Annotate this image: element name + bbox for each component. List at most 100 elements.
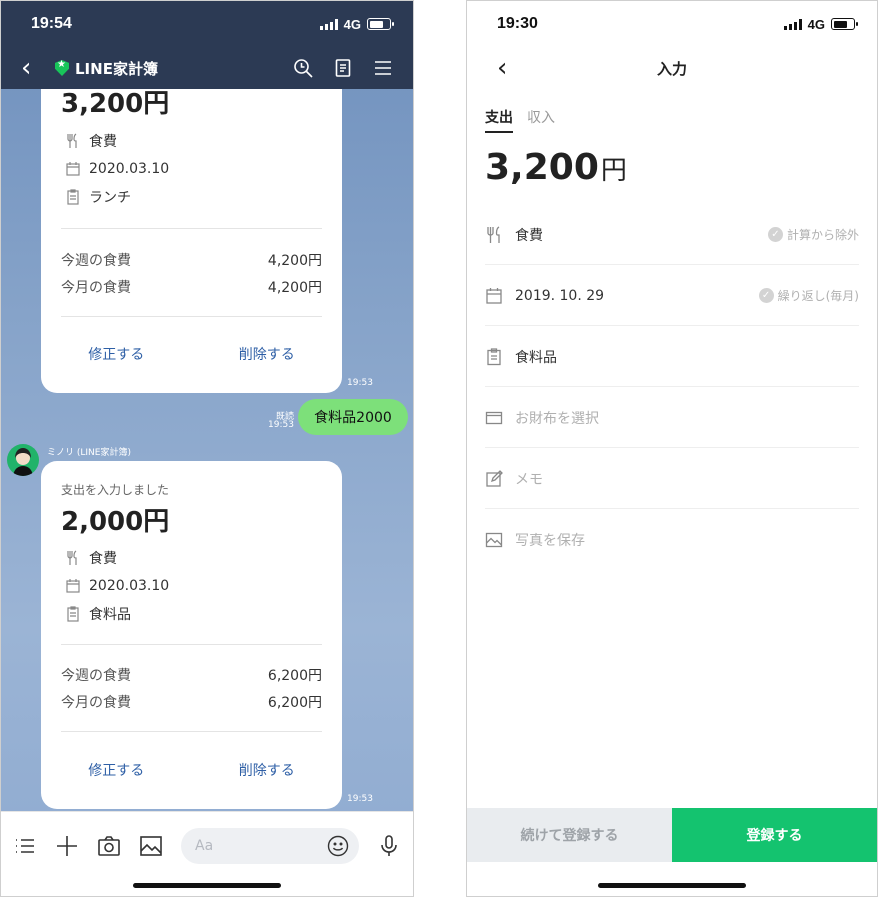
amount-field[interactable]: 3,200 円 (485, 147, 627, 188)
calendar-icon (66, 579, 80, 593)
continue-register-button[interactable]: 続けて登録する (467, 808, 672, 862)
card-category: 食費 (65, 548, 117, 568)
divider (61, 316, 322, 317)
network-label: 4G (343, 16, 361, 32)
official-shield-icon (55, 60, 69, 76)
wallet-row[interactable]: お財布を選択 (485, 388, 859, 448)
chat-title-label: LINE家計簿 (75, 59, 158, 78)
delete-button[interactable]: 削除する (239, 760, 295, 780)
exclude-toggle[interactable]: ✓ 計算から除外 (767, 226, 859, 243)
signal-icon (783, 18, 802, 30)
register-button[interactable]: 登録する (672, 808, 877, 862)
exclude-label: 計算から除外 (786, 228, 859, 242)
memo-icon (487, 347, 501, 365)
photo-icon (485, 532, 503, 548)
camera-icon[interactable] (97, 834, 121, 858)
image-icon[interactable] (139, 834, 163, 858)
menu-icon[interactable] (373, 58, 393, 78)
amount-unit: 円 (600, 156, 627, 186)
chat-header: 19:54 4G ‹ LINE家計簿 (1, 1, 413, 89)
divider (61, 644, 322, 645)
sender-name: ミノリ (LINE家計簿) (47, 448, 131, 458)
memo-value: 食料品 (515, 349, 557, 366)
wallet-icon (485, 411, 503, 424)
message-input-placeholder: Aa (195, 838, 214, 854)
status-time: 19:30 (497, 15, 538, 32)
summary-week: 今週の食費 4,200円 (61, 253, 322, 269)
card-date-label: 2020.03.10 (89, 161, 170, 177)
calendar-icon (66, 162, 80, 176)
card-category: 食費 (65, 131, 117, 151)
note-placeholder: メモ (515, 471, 543, 488)
type-tabs: 支出 収入 (485, 107, 555, 133)
check-icon: ✓ (767, 227, 783, 242)
list-menu-icon[interactable] (13, 834, 37, 858)
message-input[interactable]: Aa (181, 828, 359, 864)
memo-icon (67, 189, 79, 205)
fork-knife-icon (67, 550, 77, 565)
card-amount: 2,000円 (61, 507, 170, 537)
battery-icon (831, 18, 858, 30)
page-title: 入力 (656, 59, 687, 78)
card-heading: 支出を入力しました (61, 483, 170, 497)
status-bar: 19:30 4G (467, 1, 877, 47)
battery-icon (367, 18, 394, 30)
plus-icon[interactable] (55, 834, 79, 858)
search-icon[interactable] (293, 58, 313, 78)
photo-row[interactable]: 写真を保存 (485, 510, 859, 570)
expense-card-1: 3,200円 食費 2020.03.10 ランチ 今週の食費 4,200円 今月… (41, 41, 342, 393)
emoji-icon[interactable] (327, 835, 349, 857)
input-header: ‹ 入力 (467, 47, 877, 89)
fork-knife-icon (487, 225, 500, 243)
card-date: 2020.03.10 (65, 578, 169, 594)
date-row[interactable]: 2019. 10. 29 ✓ 繰り返し(毎月) (485, 266, 859, 326)
status-bar: 19:54 4G (1, 1, 413, 47)
home-indicator (598, 883, 746, 888)
card-memo-label: 食料品 (89, 607, 131, 623)
repeat-label: 繰り返し(毎月) (777, 289, 859, 303)
summary-month: 今月の食費 6,200円 (61, 695, 322, 711)
amount-value: 3,200 (485, 147, 599, 188)
back-icon[interactable]: ‹ (21, 53, 49, 83)
photo-placeholder: 写真を保存 (515, 533, 585, 549)
message-time: 19:53 (347, 794, 373, 804)
card-actions: 修正する 削除する (41, 760, 342, 780)
card-memo-label: ランチ (89, 190, 131, 206)
category-row[interactable]: 食費 ✓ 計算から除外 (485, 205, 859, 265)
category-value: 食費 (515, 227, 543, 244)
expense-input-screen: 19:30 4G ‹ 入力 支出 収入 3,200 円 食費 ✓ 計算から除外 … (466, 0, 878, 897)
date-value: 2019. 10. 29 (515, 287, 605, 304)
note-row[interactable]: メモ (485, 449, 859, 509)
edit-icon (486, 469, 503, 487)
memo-icon (67, 606, 79, 622)
fork-knife-icon (67, 133, 77, 148)
repeat-toggle[interactable]: ✓ 繰り返し(毎月) (758, 287, 859, 304)
network-label: 4G (807, 16, 825, 32)
edit-button[interactable]: 修正する (88, 344, 144, 364)
outgoing-message: 食料品2000 (298, 399, 408, 435)
wallet-placeholder: お財布を選択 (515, 410, 599, 427)
expense-card-2: 支出を入力しました 2,000円 食費 2020.03.10 食料品 今週の食費… (41, 461, 342, 809)
card-category-label: 食費 (89, 134, 117, 150)
card-date-label: 2020.03.10 (89, 578, 170, 594)
tab-income[interactable]: 収入 (527, 107, 555, 133)
card-memo: ランチ (65, 187, 131, 207)
microphone-icon[interactable] (377, 834, 401, 858)
card-actions: 修正する 削除する (41, 344, 342, 364)
form-footer: 続けて登録する 登録する (467, 808, 877, 862)
note-icon[interactable] (333, 58, 353, 78)
card-date: 2020.03.10 (65, 161, 169, 177)
edit-button[interactable]: 修正する (88, 760, 144, 780)
tab-expense[interactable]: 支出 (485, 107, 513, 133)
delete-button[interactable]: 削除する (239, 344, 295, 364)
avatar[interactable] (7, 444, 39, 476)
signal-icon (319, 18, 338, 30)
memo-row[interactable]: 食料品 (485, 327, 859, 387)
home-indicator (133, 883, 281, 888)
check-icon: ✓ (758, 288, 774, 303)
summary-month: 今月の食費 4,200円 (61, 280, 322, 296)
message-time: 19:53 (347, 378, 373, 388)
line-chat-screen: 3,200円 食費 2020.03.10 ランチ 今週の食費 4,200円 今月… (0, 0, 414, 897)
avatar-face-icon (13, 448, 33, 476)
back-icon[interactable]: ‹ (497, 53, 507, 83)
